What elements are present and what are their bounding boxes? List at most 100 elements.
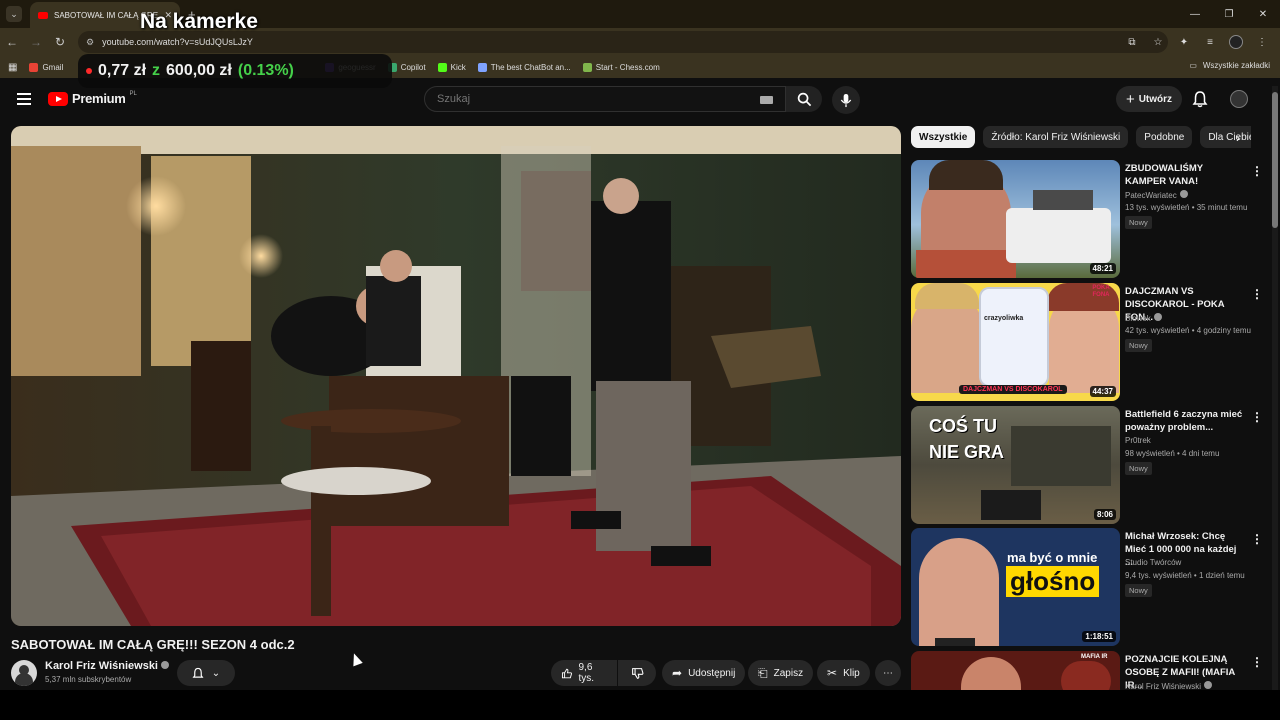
- omnibox[interactable]: ⚙ youtube.com/watch?v=sUdJQUsLJzY: [78, 31, 1168, 53]
- forward-icon[interactable]: →: [24, 30, 48, 54]
- chip-source[interactable]: Źródło: Karol Friz Wiśniewski: [983, 126, 1129, 148]
- maximize-icon[interactable]: ❐: [1212, 0, 1246, 28]
- search-button[interactable]: [786, 86, 822, 112]
- install-app-icon[interactable]: ⧉: [1122, 37, 1142, 48]
- bookmark-favicon-icon: [582, 62, 592, 72]
- create-button[interactable]: + Utwórz: [1116, 86, 1182, 112]
- bookmark-item[interactable]: The best ChatBot an...: [477, 62, 571, 72]
- recommended-title[interactable]: Battlefield 6 zaczyna mieć poważny probl…: [1125, 408, 1245, 434]
- keyboard-icon[interactable]: [760, 96, 773, 104]
- video-player[interactable]: [11, 126, 901, 626]
- video-thumbnail[interactable]: crazyoliwka POKA FONA DAJCZMAN VS DISCOK…: [911, 283, 1120, 401]
- youtube-play-icon: [48, 91, 68, 106]
- video-thumbnail[interactable]: COŚ TU NIE GRA 8:06: [911, 406, 1120, 524]
- thumbnail-label: DAJCZMAN VS DISCOKAROL: [959, 385, 1067, 394]
- toolbar-actions: ⧉ ☆ ✦ ≡ ⋮: [1122, 28, 1272, 56]
- like-button[interactable]: 9,6 tys.: [551, 660, 617, 686]
- logo-text: Premium: [72, 91, 126, 106]
- minimize-icon[interactable]: —: [1178, 0, 1212, 28]
- recommended-video[interactable]: crazyoliwka POKA FONA DAJCZMAN VS DISCOK…: [911, 283, 1263, 401]
- plus-icon: +: [1125, 90, 1135, 108]
- recommended-meta: 13 tys. wyświetleń • 35 minut temu: [1125, 203, 1248, 212]
- apps-grid-icon[interactable]: ▦: [8, 62, 17, 73]
- chip-for-you[interactable]: Dla Ciebie: [1200, 126, 1251, 148]
- thumbnail-text: ma być o mnie: [1007, 550, 1098, 565]
- clip-button[interactable]: ✂ Klip: [817, 660, 870, 686]
- chip-all[interactable]: Wszystkie: [911, 126, 976, 148]
- thumbs-up-icon: [561, 668, 572, 678]
- close-window-icon[interactable]: ✕: [1246, 0, 1280, 28]
- more-actions-button[interactable]: ⋯: [875, 660, 901, 686]
- chevron-right-icon[interactable]: ›: [1236, 131, 1240, 145]
- more-vertical-icon[interactable]: ⋮: [1251, 532, 1263, 546]
- browser-menu-icon[interactable]: ⋮: [1252, 37, 1272, 48]
- video-thumbnail[interactable]: ma być o mnie głośno 1:18:51: [911, 528, 1120, 646]
- scrollbar-thumb[interactable]: [1272, 92, 1278, 228]
- live-dot-icon: [86, 68, 92, 74]
- dislike-button[interactable]: [618, 660, 656, 686]
- recommended-meta: 42 tys. wyświetleń • 4 godziny temu: [1125, 326, 1251, 335]
- recommended-video[interactable]: 48:21 ZBUDOWALIŚMY KAMPER VANA! PatecWar…: [911, 160, 1263, 278]
- voice-search-button[interactable]: [832, 86, 860, 114]
- bookmark-item[interactable]: Start - Chess.com: [582, 62, 660, 72]
- new-badge: Nowy: [1125, 584, 1152, 597]
- channel-avatar[interactable]: [11, 660, 37, 686]
- thumbnail-corner-label: MAFIA IR: [1081, 654, 1108, 660]
- extensions-icon[interactable]: ✦: [1174, 37, 1194, 48]
- save-button[interactable]: ⎗ Zapisz: [748, 660, 814, 686]
- folder-icon: ▭: [1189, 61, 1197, 70]
- search-input[interactable]: [437, 93, 757, 105]
- chip-related[interactable]: Podobne: [1136, 126, 1193, 148]
- bookmark-star-icon[interactable]: ☆: [1148, 37, 1168, 48]
- media-control-icon[interactable]: ≡: [1200, 37, 1220, 48]
- more-vertical-icon[interactable]: ⋮: [1251, 287, 1263, 301]
- bookmark-item[interactable]: Kick: [437, 62, 466, 72]
- bookmark-item[interactable]: Gmail: [29, 62, 63, 72]
- channel-row: Karol Friz Wiśniewski 5,37 mln subskrybe…: [11, 658, 901, 688]
- subscription-bell-button[interactable]: ⌄: [177, 660, 235, 686]
- reload-icon[interactable]: ↻: [48, 30, 72, 54]
- all-bookmarks-button[interactable]: ▭ Wszystkie zakładki: [1189, 61, 1270, 70]
- donation-percent: (0.13%): [237, 62, 294, 79]
- subscriber-count: 5,37 mln subskrybentów: [45, 675, 132, 684]
- recommended-meta: 98 wyświetleń • 4 dni temu: [1125, 449, 1220, 458]
- more-horizontal-icon: ⋯: [883, 667, 893, 679]
- more-vertical-icon[interactable]: ⋮: [1251, 410, 1263, 424]
- recommended-channel[interactable]: Studio Twórców: [1125, 558, 1181, 567]
- more-vertical-icon[interactable]: ⋮: [1251, 655, 1263, 669]
- recommended-channel[interactable]: PatecWariatec: [1125, 190, 1188, 200]
- share-button[interactable]: ➦ Udostępnij: [662, 660, 746, 686]
- back-icon[interactable]: ←: [0, 30, 24, 54]
- recommended-video[interactable]: ma być o mnie głośno 1:18:51 Michał Wrzo…: [911, 528, 1263, 646]
- bookmark-favicon-icon: [29, 62, 39, 72]
- scissors-icon: ✂: [827, 666, 838, 680]
- notifications-bell-icon[interactable]: [1192, 90, 1208, 108]
- tab-search-button[interactable]: ⌄: [6, 6, 22, 22]
- recommended-video[interactable]: MAFIA IR POZNAJCIE KOLEJNĄ OSOBĘ Z MAFII…: [911, 651, 1263, 691]
- bookmark-item[interactable]: Copilot: [387, 62, 426, 72]
- search-box: [424, 86, 786, 112]
- like-count: 9,6 tys.: [578, 662, 595, 684]
- recommended-title[interactable]: ZBUDOWALIŚMY KAMPER VANA!: [1125, 162, 1245, 188]
- video-thumbnail[interactable]: MAFIA IR: [911, 651, 1120, 691]
- channel-name[interactable]: Karol Friz Wiśniewski: [45, 660, 169, 672]
- new-badge: Nowy: [1125, 216, 1152, 229]
- recommended-video[interactable]: COŚ TU NIE GRA 8:06 Battlefield 6 zaczyn…: [911, 406, 1263, 524]
- youtube-premium-logo[interactable]: Premium PL: [48, 91, 137, 106]
- site-info-icon[interactable]: ⚙: [86, 37, 94, 48]
- bookmark-icon: ⎗: [758, 665, 768, 680]
- new-badge: Nowy: [1125, 339, 1152, 352]
- thumbnail-handle: crazyoliwka: [984, 315, 1024, 322]
- more-vertical-icon[interactable]: ⋮: [1251, 164, 1263, 178]
- page-scrollbar[interactable]: [1272, 86, 1278, 690]
- video-frame-image: [11, 126, 901, 626]
- account-avatar[interactable]: [1230, 90, 1248, 108]
- video-thumbnail[interactable]: 48:21: [911, 160, 1120, 278]
- search-icon: [797, 92, 811, 106]
- recommended-channel[interactable]: Blowek: [1125, 313, 1162, 323]
- recommended-channel[interactable]: Pr0trek: [1125, 436, 1151, 445]
- menu-icon[interactable]: [17, 93, 31, 105]
- profile-icon[interactable]: [1226, 35, 1246, 49]
- bottom-black-bar: [0, 690, 1280, 720]
- thumbnail-text: głośno: [1006, 566, 1100, 597]
